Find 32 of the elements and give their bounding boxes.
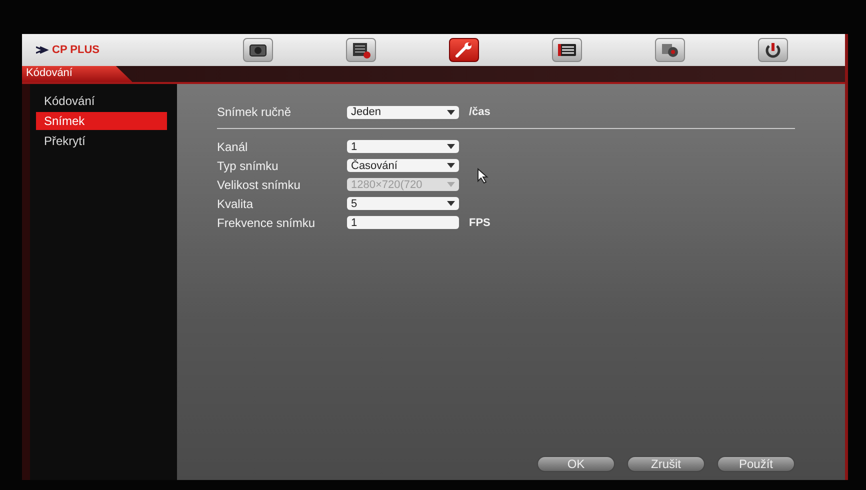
field-label: Frekvence snímku bbox=[217, 216, 316, 230]
dropdown[interactable]: 5 bbox=[347, 197, 459, 210]
field-label: Kvalita bbox=[217, 196, 254, 210]
toolbar-button[interactable] bbox=[655, 38, 686, 62]
caret-icon bbox=[447, 144, 455, 149]
caret-icon bbox=[447, 201, 455, 206]
logo-text: CP PLUS bbox=[52, 44, 100, 56]
input-field[interactable]: 1 bbox=[347, 216, 459, 229]
caret-icon bbox=[447, 182, 455, 187]
sidebar-item[interactable]: Snímek bbox=[36, 112, 167, 130]
mouse-cursor-icon bbox=[477, 168, 489, 184]
sidebar-item[interactable]: Kódování bbox=[36, 92, 167, 110]
dropdown[interactable]: Časování bbox=[347, 159, 459, 172]
dropdown[interactable]: 1 bbox=[347, 140, 459, 153]
field-label: Typ snímku bbox=[217, 158, 280, 172]
dropdown[interactable]: Jeden bbox=[347, 106, 459, 118]
toolbar-button[interactable] bbox=[346, 38, 376, 62]
list-icon bbox=[556, 41, 578, 59]
unit-label: /čas bbox=[469, 106, 490, 118]
toolbar-button[interactable] bbox=[552, 38, 582, 62]
caret-icon bbox=[447, 110, 455, 114]
sidebar-item[interactable]: Překrytí bbox=[36, 132, 167, 150]
toolbar-button[interactable] bbox=[242, 38, 273, 62]
toolbar-button[interactable] bbox=[758, 38, 788, 62]
logo-icon bbox=[36, 46, 50, 54]
field-label: Snímek ručně bbox=[217, 105, 292, 119]
toolbar-button[interactable] bbox=[448, 38, 479, 62]
field-label: Kanál bbox=[217, 140, 249, 154]
caret-icon bbox=[447, 163, 455, 168]
field-label: Velikost snímku bbox=[217, 178, 302, 192]
section-title: Kódování bbox=[22, 66, 132, 82]
unit-label: FPS bbox=[469, 216, 490, 228]
